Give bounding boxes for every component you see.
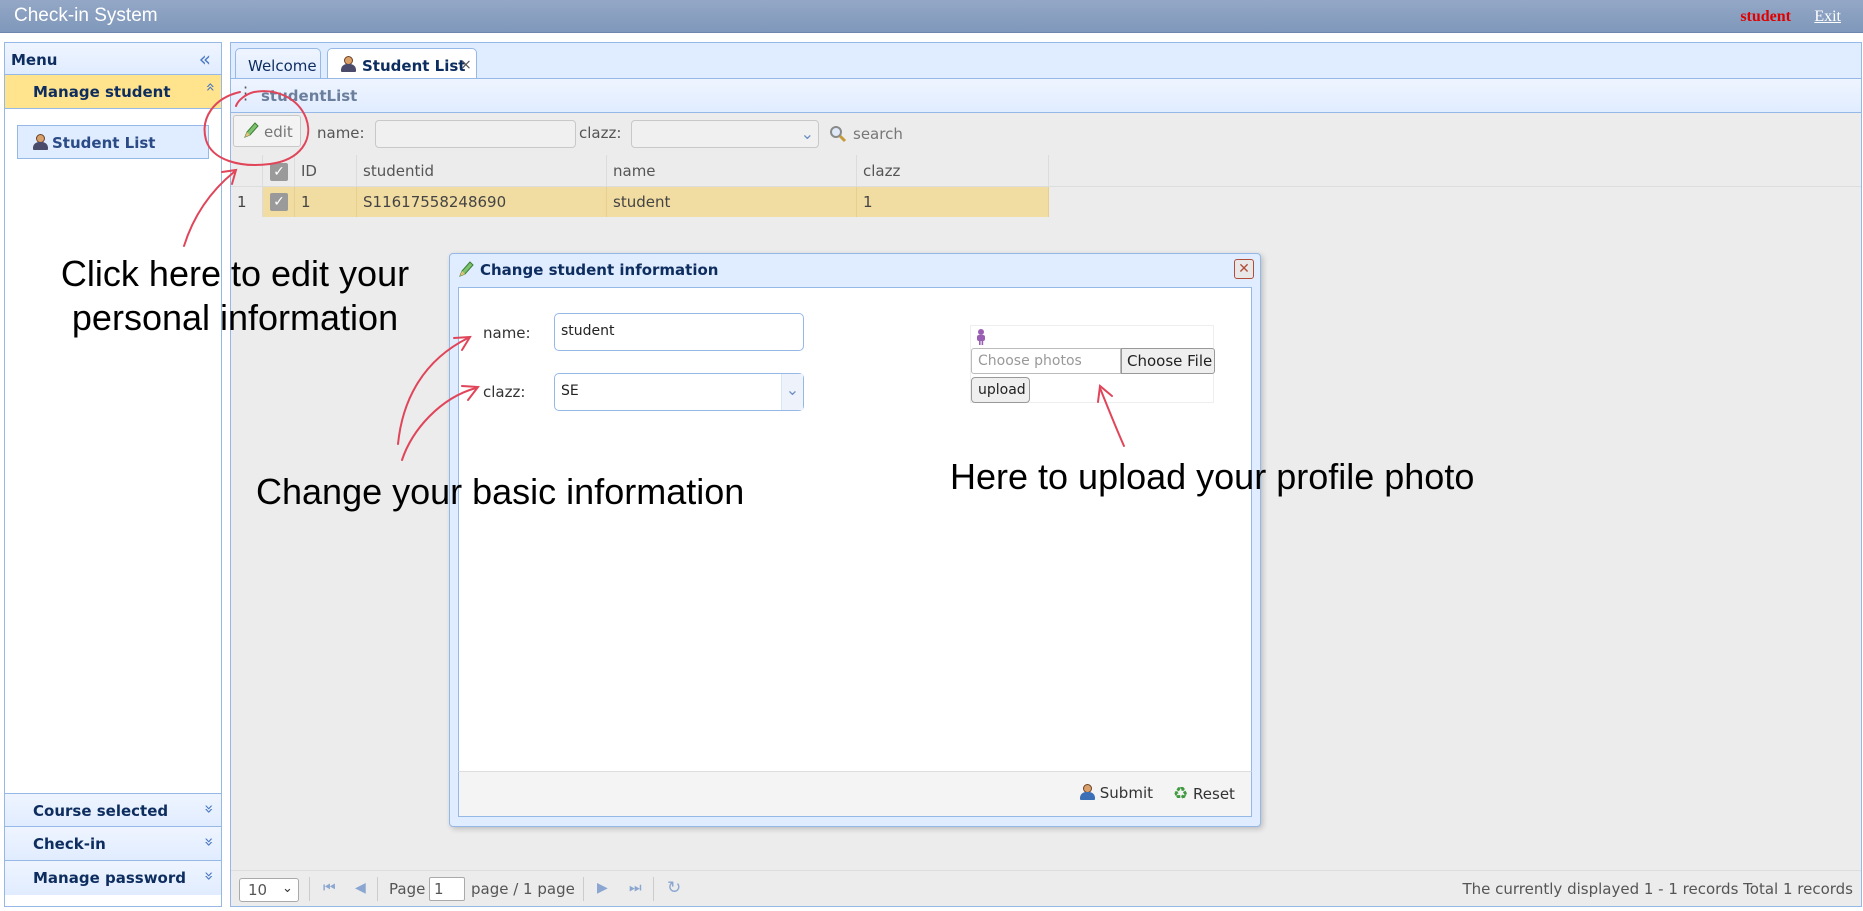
edit-arrow	[183, 171, 235, 247]
edit-circle	[203, 90, 310, 166]
annotation-strokes	[183, 90, 1125, 461]
basic-arrow-2	[401, 387, 477, 461]
basic-arrow-1	[397, 337, 469, 445]
